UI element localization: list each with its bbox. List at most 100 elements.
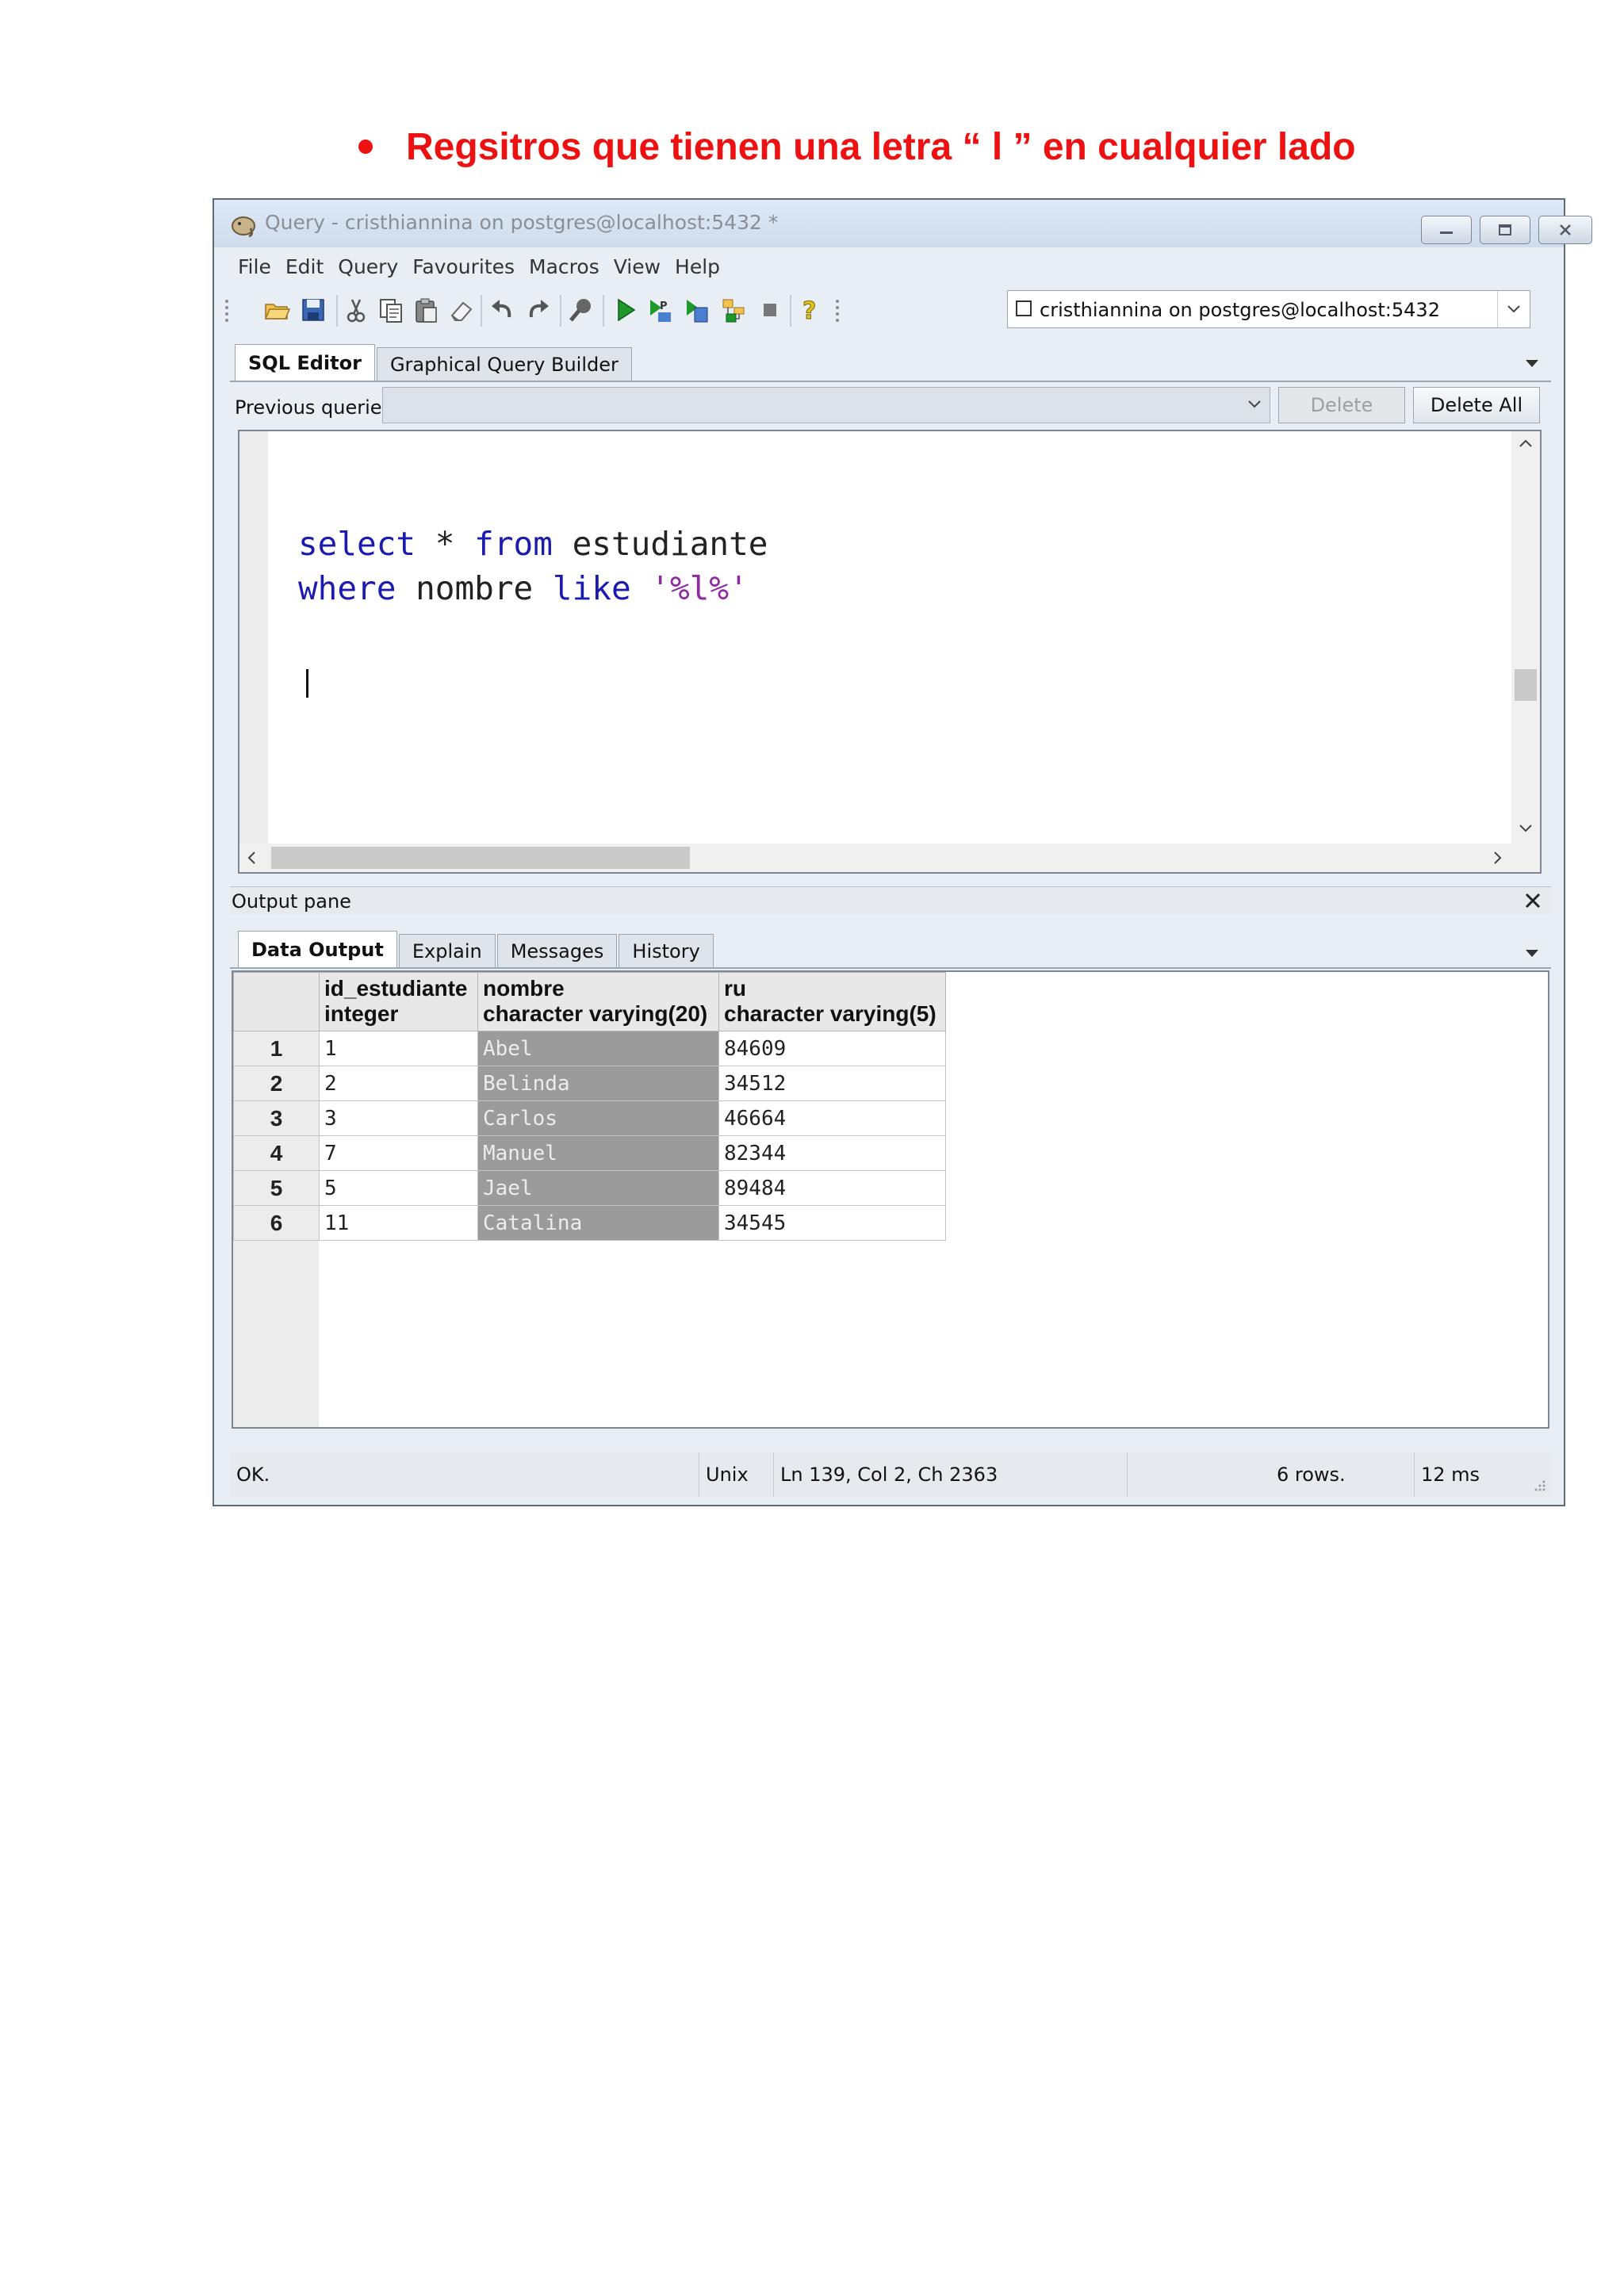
copy-icon[interactable]: [377, 297, 404, 323]
cell-id[interactable]: 3: [319, 1100, 478, 1136]
connection-checkbox[interactable]: [1016, 300, 1032, 316]
editor-vertical-scrollbar[interactable]: [1511, 431, 1540, 844]
menu-view[interactable]: View: [614, 255, 661, 284]
undo-icon[interactable]: [488, 297, 515, 323]
cell-ru[interactable]: 46664: [718, 1100, 946, 1136]
explain-analyze-icon[interactable]: [720, 297, 747, 323]
restore-button[interactable]: [1480, 216, 1530, 244]
cell-nombre[interactable]: Belinda: [477, 1066, 719, 1101]
execute-icon[interactable]: [612, 297, 639, 323]
chevron-down-icon[interactable]: [1497, 291, 1530, 327]
cell-nombre[interactable]: Carlos: [477, 1100, 719, 1136]
tab-menu-arrow-icon[interactable]: [1526, 360, 1538, 367]
cell-ru[interactable]: 34545: [718, 1205, 946, 1241]
connection-select[interactable]: cristhiannina on postgres@localhost:5432: [1007, 290, 1530, 328]
heading-text: Regsitros que tienen una letra “ l ” en …: [406, 125, 1356, 168]
title-bar[interactable]: Query - cristhiannina on postgres@localh…: [214, 200, 1592, 247]
cell-nombre[interactable]: Manuel: [477, 1135, 719, 1171]
chevron-up-icon[interactable]: [1518, 438, 1534, 449]
cell-nombre[interactable]: Catalina: [477, 1205, 719, 1241]
document-heading: Regsitros que tienen una letra “ l ” en …: [358, 119, 1356, 174]
table-row: 4 7 Manuel 82344: [233, 1135, 946, 1171]
row-number[interactable]: 2: [233, 1066, 320, 1101]
cell-ru[interactable]: 82344: [718, 1135, 946, 1171]
cell-ru[interactable]: 84609: [718, 1031, 946, 1066]
table-row: 5 5 Jael 89484: [233, 1170, 946, 1206]
status-exec-time: 12 ms: [1421, 1464, 1480, 1486]
editor-horizontal-scrollbar[interactable]: [239, 844, 1540, 872]
chevron-right-icon[interactable]: [1492, 850, 1503, 866]
restore-icon: [1480, 216, 1530, 243]
save-icon[interactable]: [300, 297, 327, 323]
toolbar-grip-icon: [834, 297, 841, 323]
tab-sql-editor[interactable]: SQL Editor: [235, 344, 375, 381]
sql-line-2: where nombre like '%l%': [298, 569, 749, 607]
chevron-down-icon[interactable]: [1247, 394, 1262, 414]
cell-nombre[interactable]: Abel: [477, 1031, 719, 1066]
menu-help[interactable]: Help: [675, 255, 720, 284]
cell-id[interactable]: 11: [319, 1205, 478, 1241]
execute-to-file-icon[interactable]: [684, 297, 710, 323]
output-pane-header: Output pane: [230, 886, 1551, 914]
paste-icon[interactable]: [412, 297, 439, 323]
tab-menu-arrow-icon[interactable]: [1526, 950, 1538, 957]
tab-data-output[interactable]: Data Output: [238, 931, 397, 967]
cell-nombre[interactable]: Jael: [477, 1170, 719, 1206]
row-number[interactable]: 1: [233, 1031, 320, 1066]
table-row: 1 1 Abel 84609: [233, 1031, 946, 1066]
row-number[interactable]: 3: [233, 1100, 320, 1136]
row-number[interactable]: 6: [233, 1205, 320, 1241]
menu-query[interactable]: Query: [338, 255, 398, 284]
column-header-nombre[interactable]: nombre character varying(20): [477, 972, 719, 1031]
sql-editor[interactable]: select * from estudiante where nombre li…: [238, 430, 1542, 874]
stop-icon[interactable]: [756, 297, 783, 323]
resize-grip-icon[interactable]: [1532, 1478, 1546, 1492]
delete-all-button[interactable]: Delete All: [1413, 387, 1540, 423]
results-grid[interactable]: id_estudiante integer nombre character var…: [232, 970, 1549, 1429]
open-folder-icon[interactable]: [263, 297, 290, 323]
cell-id[interactable]: 7: [319, 1135, 478, 1171]
menu-macros[interactable]: Macros: [529, 255, 599, 284]
cut-icon[interactable]: [343, 297, 370, 323]
cell-id[interactable]: 2: [319, 1066, 478, 1101]
column-header-ru[interactable]: ru character varying(5): [718, 972, 946, 1031]
clear-icon[interactable]: [447, 297, 474, 323]
cell-id[interactable]: 1: [319, 1031, 478, 1066]
svg-text:P: P: [660, 300, 668, 312]
tab-graphical-query-builder[interactable]: Graphical Query Builder: [376, 347, 632, 381]
delete-button[interactable]: Delete: [1278, 387, 1405, 423]
explain-icon[interactable]: P: [647, 297, 674, 323]
menu-favourites[interactable]: Favourites: [412, 255, 515, 284]
redo-icon[interactable]: [525, 297, 552, 323]
vertical-scroll-thumb[interactable]: [1515, 669, 1537, 701]
menu-bar: File Edit Query Favourites Macros View H…: [224, 255, 720, 284]
cell-ru[interactable]: 89484: [718, 1170, 946, 1206]
previous-queries-select[interactable]: [382, 387, 1270, 423]
connection-value: cristhiannina on postgres@localhost:5432: [1040, 299, 1440, 321]
find-icon[interactable]: [568, 297, 595, 323]
tab-explain[interactable]: Explain: [398, 934, 496, 967]
text-cursor: [306, 669, 308, 698]
previous-queries-label: Previous queries: [235, 396, 393, 419]
corner-header[interactable]: [233, 972, 320, 1031]
menu-file[interactable]: File: [238, 255, 271, 284]
cell-id[interactable]: 5: [319, 1170, 478, 1206]
close-window-button[interactable]: [1538, 216, 1592, 244]
tab-history[interactable]: History: [619, 934, 714, 967]
tab-messages[interactable]: Messages: [496, 934, 618, 967]
bullet-icon: [358, 140, 373, 154]
row-number[interactable]: 4: [233, 1135, 320, 1171]
chevron-down-icon[interactable]: [1518, 823, 1534, 834]
menu-edit[interactable]: Edit: [285, 255, 324, 284]
help-icon[interactable]: ?: [796, 297, 823, 324]
horizontal-scroll-thumb[interactable]: [271, 847, 690, 869]
cell-ru[interactable]: 34512: [718, 1066, 946, 1101]
chevron-left-icon[interactable]: [246, 850, 257, 866]
svg-text:?: ?: [802, 297, 816, 323]
close-icon[interactable]: [1524, 892, 1542, 909]
row-number[interactable]: 5: [233, 1170, 320, 1206]
table-row: 6 11 Catalina 34545: [233, 1205, 946, 1241]
window-title: Query - cristhiannina on postgres@localh…: [265, 211, 779, 234]
column-header-id-estudiante[interactable]: id_estudiante integer: [319, 972, 478, 1031]
minimize-button[interactable]: [1421, 216, 1472, 244]
